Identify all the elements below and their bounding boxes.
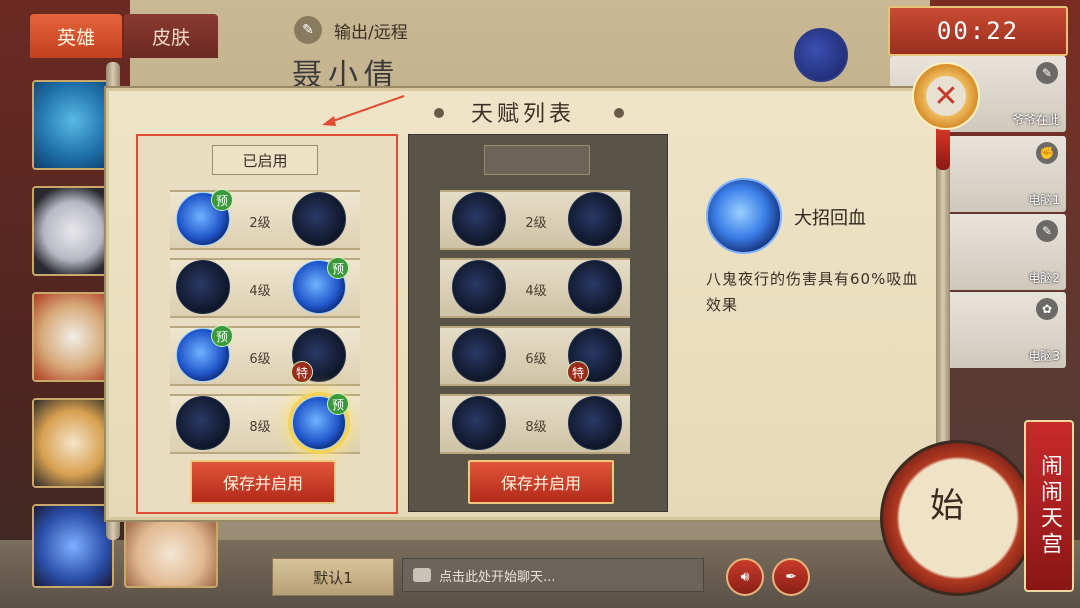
tab-hero[interactable]: 英雄 [30, 14, 122, 58]
hero-portrait[interactable] [32, 292, 114, 382]
hero-role: 输出/远程 [334, 23, 408, 43]
preset-badge: 预 [327, 393, 349, 415]
talent-orb[interactable] [452, 260, 506, 314]
talent-orb[interactable]: 预 [176, 189, 233, 246]
countdown-timer: 00:22 [888, 6, 1068, 56]
feather-icon: ✒ [785, 569, 797, 585]
talent-orb[interactable] [176, 260, 230, 314]
talent-level: 4级 [525, 284, 547, 299]
talent-orb[interactable]: 预 [292, 257, 349, 314]
knife-icon: ✎ [1036, 62, 1058, 84]
talent-level: 2级 [525, 216, 547, 231]
page-label[interactable] [484, 145, 590, 175]
close-button[interactable]: ✕ [912, 62, 980, 130]
preset-selector[interactable]: 默认1 [272, 558, 394, 596]
player-name: 爷爷在此 [1011, 113, 1060, 127]
fist-icon: ✊ [1036, 142, 1058, 164]
talent-orb[interactable] [452, 192, 506, 246]
talent-orb[interactable] [292, 192, 346, 246]
page-label: 已启用 [212, 145, 318, 175]
talent-level: 8级 [249, 420, 271, 435]
talent-level: 6级 [525, 352, 547, 367]
talent-orb[interactable]: 预 [176, 325, 233, 382]
chat-input[interactable]: 点击此处开始聊天... [402, 558, 704, 592]
chat-placeholder: 点击此处开始聊天... [439, 569, 556, 585]
speaker-button[interactable]: 🔊︎ [726, 558, 764, 596]
talent-level: 4级 [249, 284, 271, 299]
save-enable-button[interactable]: 保存并启用 [190, 460, 336, 504]
talent-orb[interactable]: 特 [567, 328, 622, 383]
voice-button[interactable]: ✒ [772, 558, 810, 596]
talent-orb[interactable] [568, 192, 622, 246]
talent-orb[interactable] [176, 396, 230, 450]
talent-orb[interactable] [452, 396, 506, 450]
preset-badge: 预 [327, 257, 349, 279]
annotation-arrow [322, 95, 405, 126]
speaker-icon: 🔊︎ [740, 569, 750, 585]
talent-orb[interactable] [568, 260, 622, 314]
talent-detail-description: 八鬼夜行的伤害具有60%吸血效果 [706, 270, 919, 314]
tassel-decoration [936, 126, 950, 170]
talent-orb[interactable]: 特 [291, 328, 346, 383]
tab-skin[interactable]: 皮肤 [124, 14, 218, 58]
knife-icon: ✎ [294, 16, 322, 44]
talent-detail-icon [706, 178, 782, 254]
hero-skill-icon [794, 28, 848, 82]
special-badge: 特 [291, 361, 313, 383]
talent-detail-name: 大招回血 [794, 208, 866, 229]
hero-portrait[interactable] [32, 398, 114, 488]
panel-title: 天赋列表 [470, 102, 575, 127]
chat-bubble-icon [413, 568, 431, 582]
close-icon: ✕ [926, 76, 966, 116]
talent-orb[interactable] [452, 328, 506, 382]
preset-badge: 预 [211, 189, 233, 211]
knife-icon: ✎ [1036, 220, 1058, 242]
hero-portrait[interactable] [32, 186, 114, 276]
talent-level: 2级 [249, 216, 271, 231]
talent-level: 8级 [525, 420, 547, 435]
talent-orb[interactable] [568, 396, 622, 450]
special-badge: 特 [567, 361, 589, 383]
start-label: 始 [930, 486, 964, 526]
save-enable-button[interactable]: 保存并启用 [468, 460, 614, 504]
hero-portrait[interactable] [32, 80, 114, 170]
hero-portrait[interactable] [124, 520, 218, 588]
talent-orb-selected[interactable]: 预 [292, 393, 349, 450]
game-logo: 闹闹天宫 [1024, 420, 1074, 592]
player-name: 电脑2 [1028, 271, 1060, 285]
rabbit-icon: ✿ [1036, 298, 1058, 320]
player-name: 电脑1 [1028, 193, 1060, 207]
preset-badge: 预 [211, 325, 233, 347]
hero-portrait[interactable] [32, 504, 114, 588]
player-name: 电脑3 [1028, 349, 1060, 363]
talent-level: 6级 [249, 352, 271, 367]
